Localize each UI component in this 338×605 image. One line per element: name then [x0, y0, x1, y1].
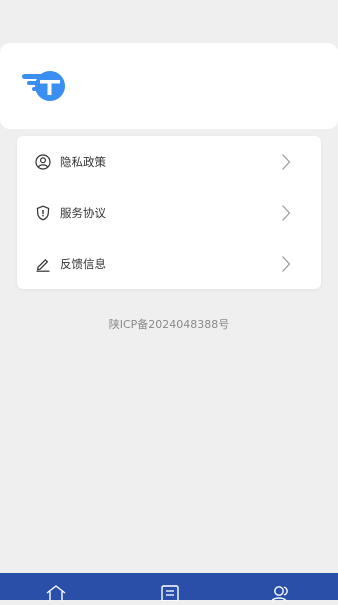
shield-icon — [35, 205, 51, 221]
document-icon — [161, 585, 179, 602]
menu-item-feedback[interactable]: 反馈信息 — [17, 238, 321, 289]
pencil-icon — [35, 256, 51, 272]
tab-home[interactable] — [45, 585, 67, 601]
users-icon — [271, 586, 288, 602]
user-circle-icon — [35, 153, 51, 170]
bottom-tab-bar — [0, 573, 338, 602]
chevron-right-icon — [282, 154, 291, 170]
menu-item-privacy-policy[interactable]: 隐私政策 — [17, 136, 321, 187]
tab-users[interactable] — [271, 585, 293, 602]
menu-item-service-agreement[interactable]: 服务协议 — [17, 187, 321, 238]
brand-logo-icon — [22, 71, 65, 101]
tab-document[interactable] — [159, 585, 181, 602]
menu-item-label: 隐私政策 — [60, 154, 106, 169]
menu-item-label: 服务协议 — [60, 205, 106, 220]
chevron-right-icon — [282, 205, 291, 221]
home-icon — [46, 585, 66, 601]
menu-card: 隐私政策 服务协议 反馈信息 — [17, 136, 321, 289]
icp-record-text[interactable]: 陕ICP备2024048388号 — [0, 316, 338, 332]
header-card — [0, 43, 338, 129]
menu-item-label: 反馈信息 — [60, 256, 106, 271]
chevron-right-icon — [282, 256, 291, 272]
